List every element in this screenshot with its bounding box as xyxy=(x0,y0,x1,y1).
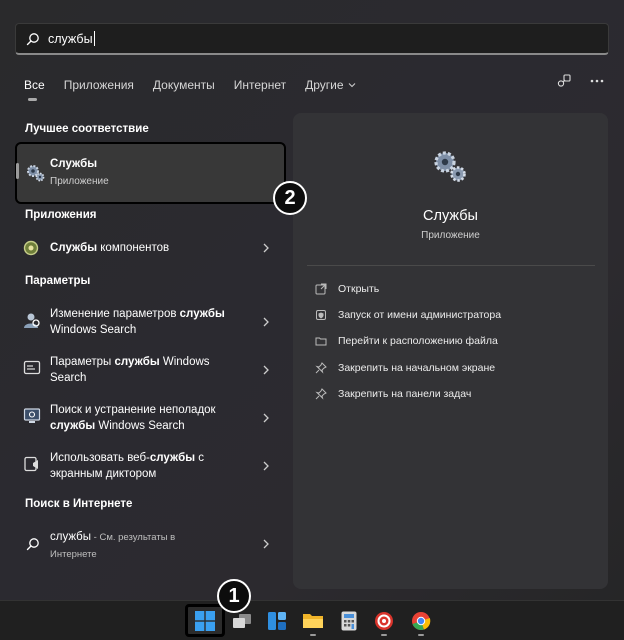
widgets-icon xyxy=(268,612,286,630)
action-label: Перейти к расположению файла xyxy=(338,335,498,347)
start-search-panel: службы Все Приложения Документы Интернет… xyxy=(0,0,624,600)
step-callout-1: 1 xyxy=(217,579,251,613)
filter-tabs: Все Приложения Документы Интернет Другие xyxy=(24,76,375,101)
component-services-icon xyxy=(23,240,39,256)
list-item-setting[interactable]: Поиск и устранение неполадок службы Windo… xyxy=(15,401,285,437)
section-web-search: Поиск в Интернете xyxy=(25,498,133,510)
divider xyxy=(307,265,595,266)
list-item-setting[interactable]: Изменение параметров службы Windows Searc… xyxy=(15,305,285,341)
running-indicator xyxy=(381,634,387,636)
tab-all[interactable]: Все xyxy=(24,78,45,101)
user-search-icon xyxy=(24,313,40,328)
chevron-right-icon xyxy=(263,243,269,253)
chevron-down-icon xyxy=(348,83,355,88)
action-pin-to-taskbar[interactable]: Закрепить на панели задач xyxy=(315,388,471,400)
troubleshoot-icon xyxy=(23,408,41,423)
search-icon xyxy=(26,538,39,551)
selection-indicator xyxy=(16,163,19,179)
preview-title: Службы xyxy=(423,208,478,224)
list-item-web-search[interactable]: службы - См. результаты в Интернете xyxy=(15,528,285,562)
task-view-icon xyxy=(233,614,251,628)
section-settings: Параметры xyxy=(25,275,91,287)
best-match-subtitle: Приложение xyxy=(50,176,109,187)
tab-label: Интернет xyxy=(233,78,287,92)
tab-label: Приложения xyxy=(63,78,134,92)
chevron-right-icon xyxy=(263,461,269,471)
folder-icon xyxy=(315,335,327,347)
running-indicator xyxy=(310,634,316,636)
calculator-button[interactable] xyxy=(333,605,365,637)
best-match-services[interactable]: Службы Приложение xyxy=(15,142,286,204)
text-caret xyxy=(93,31,95,46)
action-open[interactable]: Открыть xyxy=(315,283,379,295)
chevron-right-icon xyxy=(263,413,269,423)
search-input[interactable]: службы xyxy=(15,23,609,55)
settings-window-icon xyxy=(23,360,41,375)
tab-label: Все xyxy=(24,78,45,92)
screen: службы Все Приложения Документы Интернет… xyxy=(0,0,624,640)
action-run-as-admin[interactable]: Запуск от имени администратора xyxy=(315,309,501,321)
best-match-title: Службы xyxy=(50,158,98,170)
step-callout-2: 2 xyxy=(273,181,307,215)
list-item-label: Параметры службы Windows Search xyxy=(50,356,210,384)
pin-icon xyxy=(315,362,327,374)
running-indicator xyxy=(418,634,424,636)
action-label: Запуск от имени администратора xyxy=(338,309,502,321)
windows-logo-icon xyxy=(195,610,215,631)
list-item-setting[interactable]: Параметры службы Windows Search xyxy=(15,353,285,389)
file-explorer-button[interactable] xyxy=(297,605,329,637)
taskbar xyxy=(0,600,624,640)
action-pin-to-start[interactable]: Закрепить на начальном экране xyxy=(315,362,495,374)
widgets-button[interactable] xyxy=(261,605,293,637)
chevron-right-icon xyxy=(263,317,269,327)
search-value: службы xyxy=(48,31,93,46)
calculator-icon xyxy=(341,611,357,631)
app-red-button[interactable] xyxy=(368,605,400,637)
chrome-icon xyxy=(412,612,431,631)
tab-label: Другие xyxy=(305,78,344,92)
chevron-right-icon xyxy=(263,539,269,549)
chrome-button[interactable] xyxy=(405,605,437,637)
share-results-icon[interactable] xyxy=(557,74,571,88)
app-red-icon xyxy=(375,612,393,630)
tab-label: Документы xyxy=(152,78,215,92)
action-open-file-location[interactable]: Перейти к расположению файла xyxy=(315,335,498,347)
list-item-label: Использовать веб-службы с экранным диктор… xyxy=(50,452,204,480)
tab-more[interactable]: Другие xyxy=(305,78,355,92)
list-item-label: Поиск и устранение неполадок службы Windo… xyxy=(50,404,216,432)
shield-icon xyxy=(315,309,327,321)
more-options-icon[interactable] xyxy=(590,79,604,83)
tab-documents[interactable]: Документы xyxy=(153,78,215,92)
preview-pane: Службы Приложение Открыть Запуск от имен… xyxy=(293,113,608,589)
list-item-component-services[interactable]: Службы компонентов xyxy=(15,236,285,260)
folder-icon xyxy=(303,614,323,628)
top-actions xyxy=(538,74,604,88)
tab-apps[interactable]: Приложения xyxy=(64,78,134,92)
gear-icon xyxy=(27,165,45,182)
tab-internet[interactable]: Интернет xyxy=(234,78,286,92)
search-icon xyxy=(26,32,39,45)
list-item-label: Службы компонентов xyxy=(50,242,170,254)
start-button[interactable] xyxy=(185,604,225,637)
chevron-right-icon xyxy=(263,365,269,375)
list-item-label: службы - См. результаты в Интернете xyxy=(50,531,176,560)
gear-icon xyxy=(434,151,466,182)
narrator-icon xyxy=(24,456,38,472)
action-label: Закрепить на панели задач xyxy=(338,388,472,400)
list-item-label: Изменение параметров службы Windows Searc… xyxy=(50,308,225,336)
open-icon xyxy=(315,283,327,295)
section-apps: Приложения xyxy=(25,209,97,221)
pin-icon xyxy=(315,388,327,400)
action-label: Открыть xyxy=(338,283,380,295)
section-best-match: Лучшее соответствие xyxy=(25,123,149,135)
list-item-setting[interactable]: Использовать веб-службы с экранным диктор… xyxy=(15,449,285,485)
preview-subtitle: Приложение xyxy=(421,230,480,241)
action-label: Закрепить на начальном экране xyxy=(338,362,496,374)
